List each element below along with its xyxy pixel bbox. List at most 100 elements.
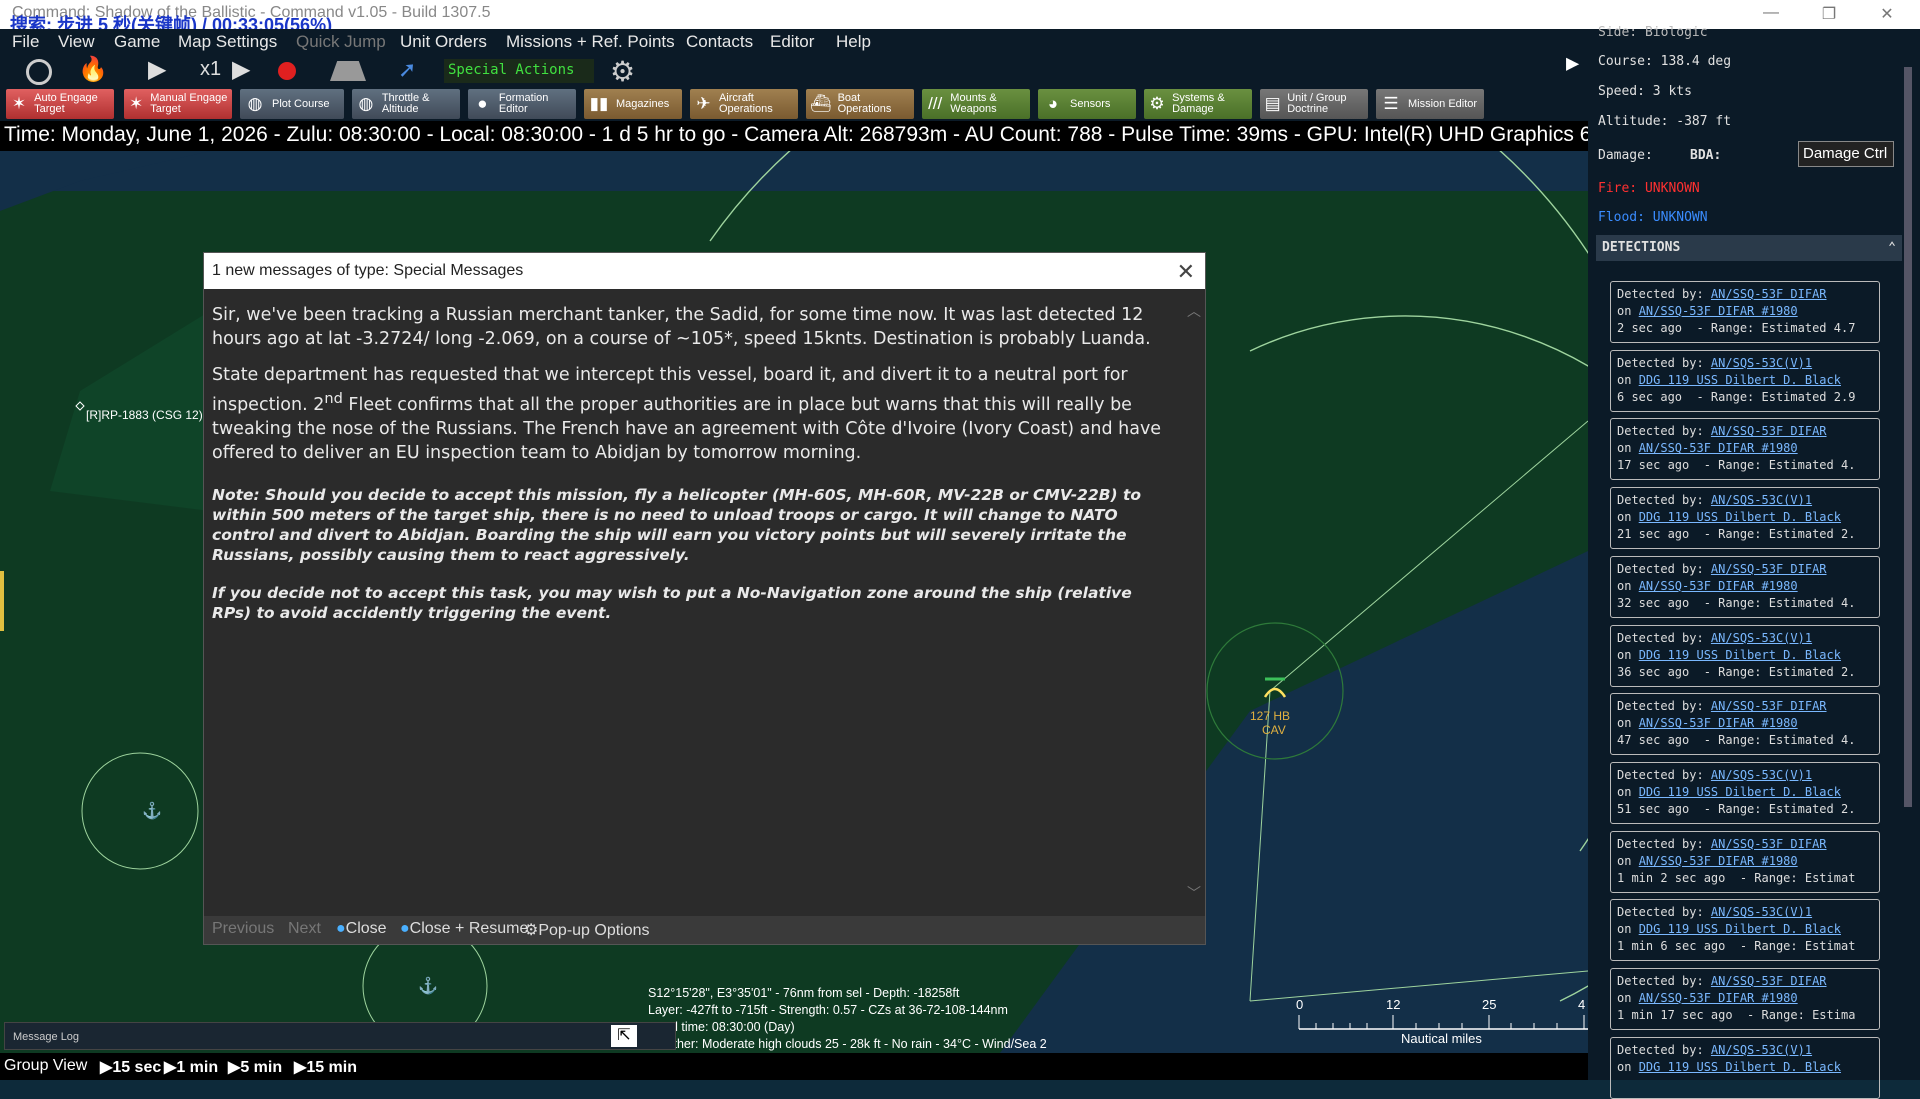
- buoy-icon-2[interactable]: ⚓: [418, 976, 438, 995]
- detected-by-link[interactable]: AN/SQS-53C(V)1: [1711, 768, 1812, 782]
- menu-quick-jump[interactable]: Quick Jump: [296, 32, 386, 52]
- close-window-button[interactable]: ✕: [1872, 4, 1902, 24]
- scroll-down-icon[interactable]: ﹀: [1187, 883, 1201, 903]
- platform-link[interactable]: DDG 119 USS Dilbert D. Black: [1639, 785, 1841, 799]
- detection-item[interactable]: Detected by: AN/SQS-53C(V)1 on DDG 119 U…: [1610, 487, 1880, 550]
- platform-link[interactable]: AN/SSQ-53F DIFAR #1980: [1639, 991, 1798, 1005]
- detection-item[interactable]: Detected by: AN/SSQ-53F DIFAR on AN/SSQ-…: [1610, 693, 1880, 756]
- detected-by-link[interactable]: AN/SQS-53C(V)1: [1711, 356, 1812, 370]
- detected-by-link[interactable]: AN/SQS-53C(V)1: [1711, 1043, 1812, 1057]
- platform-link[interactable]: DDG 119 USS Dilbert D. Black: [1639, 922, 1841, 936]
- step-15min-button[interactable]: ▶15 min: [294, 1057, 357, 1077]
- detections-header[interactable]: DETECTIONS ⌃: [1596, 235, 1902, 261]
- systems-damage-button[interactable]: ⚙ Systems & Damage: [1144, 89, 1252, 119]
- fire-icon[interactable]: 🔥: [78, 55, 108, 84]
- minimize-button[interactable]: —: [1756, 4, 1786, 22]
- detected-by-link[interactable]: AN/SSQ-53F DIFAR: [1711, 974, 1827, 988]
- detection-item[interactable]: Detected by: AN/SQS-53C(V)1 on DDG 119 U…: [1610, 1036, 1880, 1099]
- platform-link[interactable]: AN/SSQ-53F DIFAR #1980: [1639, 304, 1798, 318]
- speed-step-icon[interactable]: ▶: [232, 55, 250, 84]
- platform-link[interactable]: DDG 119 USS Dilbert D. Black: [1639, 373, 1841, 387]
- detected-by-link[interactable]: AN/SSQ-53F DIFAR: [1711, 699, 1827, 713]
- platform-link[interactable]: AN/SSQ-53F DIFAR #1980: [1639, 579, 1798, 593]
- next-button[interactable]: Next: [288, 920, 321, 938]
- detection-item[interactable]: Detected by: AN/SSQ-53F DIFAR on AN/SSQ-…: [1610, 968, 1880, 1030]
- sensors-button[interactable]: ◕ Sensors: [1038, 89, 1136, 119]
- detection-item[interactable]: Detected by: AN/SQS-53C(V)1 on DDG 119 U…: [1610, 899, 1880, 962]
- close-resume-button[interactable]: ●Close + Resume: [400, 920, 528, 938]
- message-note-2: If you decide not to accept this task, y…: [212, 583, 1132, 622]
- menu-contacts[interactable]: Contacts: [686, 32, 753, 52]
- buoy-icon[interactable]: ⚓: [142, 801, 162, 820]
- mounts-weapons-button[interactable]: ///Mounts & Weapons: [922, 89, 1030, 119]
- detection-item[interactable]: Detected by: AN/SSQ-53F DIFAR on AN/SSQ-…: [1610, 418, 1880, 481]
- menu-unit-orders[interactable]: Unit Orders: [400, 32, 487, 52]
- menu-editor[interactable]: Editor: [770, 32, 814, 52]
- dialog-close-button[interactable]: ●Close: [336, 920, 387, 938]
- record-icon[interactable]: [278, 62, 296, 80]
- collapse-panel-icon[interactable]: ▶: [1566, 51, 1586, 77]
- damage-control-button[interactable]: Damage Ctrl: [1798, 141, 1894, 167]
- platform-link[interactable]: DDG 119 USS Dilbert D. Black: [1639, 510, 1841, 524]
- scroll-up-icon[interactable]: ︿: [1187, 301, 1201, 321]
- settings-icon[interactable]: ⚙: [610, 55, 635, 88]
- menu-view[interactable]: View: [58, 32, 95, 52]
- popup-options-button[interactable]: ⚙Pop-up Options: [524, 920, 650, 940]
- platform-link[interactable]: AN/SSQ-53F DIFAR #1980: [1639, 716, 1798, 730]
- altitude-label: Altitude: -387 ft: [1598, 114, 1732, 129]
- detected-by-link[interactable]: AN/SSQ-53F DIFAR: [1711, 424, 1827, 438]
- panel-scrollbar[interactable]: [1904, 67, 1912, 807]
- menu-help[interactable]: Help: [836, 32, 871, 52]
- speed-multiplier[interactable]: x1: [200, 58, 221, 81]
- step-5min-button[interactable]: ▶5 min: [228, 1057, 282, 1077]
- manual-engage-button[interactable]: ✶ Manual Engage Target: [124, 89, 232, 119]
- detection-item[interactable]: Detected by: AN/SQS-53C(V)1 on DDG 119 U…: [1610, 624, 1880, 687]
- expand-log-icon[interactable]: ⇱: [611, 1025, 637, 1047]
- menu-file[interactable]: File: [12, 32, 39, 52]
- detected-by-link[interactable]: AN/SSQ-53F DIFAR: [1711, 287, 1827, 301]
- collapse-icon[interactable]: ⌃: [1888, 240, 1896, 255]
- detected-by-link[interactable]: AN/SSQ-53F DIFAR: [1711, 562, 1827, 576]
- close-icon[interactable]: ✕: [1177, 259, 1195, 285]
- platform-link[interactable]: AN/SSQ-53F DIFAR #1980: [1639, 854, 1798, 868]
- detection-item[interactable]: Detected by: AN/SQS-53C(V)1 on DDG 119 U…: [1610, 349, 1880, 412]
- platform-link[interactable]: AN/SSQ-53F DIFAR #1980: [1639, 441, 1798, 455]
- step-1min-button[interactable]: ▶1 min: [164, 1057, 218, 1077]
- play-icon[interactable]: ▶: [148, 55, 166, 84]
- plot-course-button[interactable]: ◍ Plot Course: [240, 89, 344, 119]
- play-circle-icon: ●: [400, 920, 410, 937]
- boat-operations-button[interactable]: ⛴ Boat Operations: [806, 89, 914, 119]
- detection-item[interactable]: Detected by: AN/SSQ-53F DIFAR on AN/SSQ-…: [1610, 830, 1880, 893]
- detected-by-link[interactable]: AN/SSQ-53F DIFAR: [1711, 837, 1827, 851]
- menu-missions[interactable]: Missions + Ref. Points: [506, 32, 675, 52]
- detected-by-link[interactable]: AN/SQS-53C(V)1: [1711, 905, 1812, 919]
- restore-button[interactable]: ❐: [1814, 4, 1844, 24]
- menu-game[interactable]: Game: [114, 32, 160, 52]
- step-15sec-button[interactable]: ▶15 sec: [100, 1057, 161, 1077]
- menu-map-settings[interactable]: Map Settings: [178, 32, 277, 52]
- detected-by-link[interactable]: AN/SQS-53C(V)1: [1711, 631, 1812, 645]
- unit-toolbar: ✶ Auto Engage Target ✶ Manual Engage Targe…: [0, 87, 1588, 121]
- fire-status: Fire: UNKNOWN: [1598, 181, 1700, 196]
- pointer-icon[interactable]: ➚: [398, 57, 416, 83]
- detection-item[interactable]: Detected by: AN/SSQ-53F DIFAR on AN/SSQ-…: [1610, 281, 1880, 343]
- ship-icon[interactable]: [330, 61, 366, 81]
- message-paragraph-1: Sir, we've been tracking a Russian merch…: [212, 305, 1151, 349]
- platform-link[interactable]: DDG 119 USS Dilbert D. Black: [1639, 1060, 1841, 1074]
- mission-editor-button[interactable]: ☰ Mission Editor: [1376, 89, 1484, 119]
- detected-by-link[interactable]: AN/SQS-53C(V)1: [1711, 493, 1812, 507]
- aircraft-operations-button[interactable]: ✈ Aircraft Operations: [690, 89, 798, 119]
- group-view-label[interactable]: Group View: [4, 1057, 87, 1075]
- clock-icon[interactable]: [26, 59, 52, 85]
- detection-item[interactable]: Detected by: AN/SSQ-53F DIFAR on AN/SSQ-…: [1610, 555, 1880, 618]
- platform-link[interactable]: DDG 119 USS Dilbert D. Black: [1639, 648, 1841, 662]
- dialog-header: 1 new messages of type: Special Messages…: [204, 253, 1205, 289]
- formation-editor-button[interactable]: ● Formation Editor: [468, 89, 576, 119]
- throttle-altitude-button[interactable]: ◍ Throttle & Altitude: [352, 89, 460, 119]
- detection-item[interactable]: Detected by: AN/SQS-53C(V)1 on DDG 119 U…: [1610, 761, 1880, 824]
- special-actions-button[interactable]: Special Actions: [444, 59, 594, 83]
- magazines-button[interactable]: ▮▮ Magazines: [584, 89, 682, 119]
- auto-engage-button[interactable]: ✶ Auto Engage Target: [6, 89, 114, 119]
- previous-button[interactable]: Previous: [212, 920, 274, 938]
- doctrine-button[interactable]: ▤ Unit / Group Doctrine: [1260, 89, 1368, 119]
